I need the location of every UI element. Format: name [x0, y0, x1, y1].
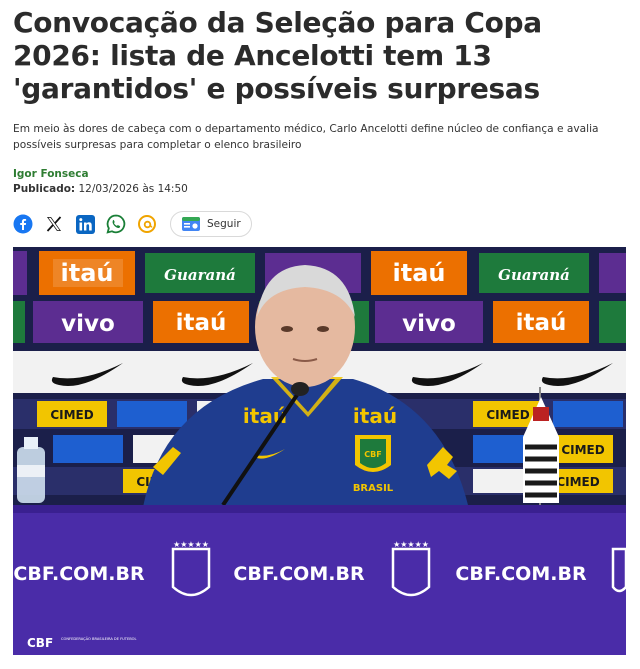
facebook-icon[interactable]	[12, 213, 34, 235]
footer-cbf-logo: CBF	[27, 636, 53, 650]
svg-text:★★★★★: ★★★★★	[393, 540, 429, 549]
follow-label: Seguir	[207, 218, 241, 230]
whatsapp-icon[interactable]	[105, 213, 127, 235]
threads-icon[interactable]	[136, 213, 158, 235]
svg-text:★★★★★: ★★★★★	[173, 540, 209, 549]
desk-text-3: CBF.COM.BR	[455, 563, 587, 585]
guarana-logo: Guaraná	[164, 266, 236, 284]
shirt-sponsor-left: itaú	[243, 404, 287, 428]
cbf-crest-text: CBF	[364, 450, 381, 459]
article-photo: itaú Guaraná itaú Guaraná vivo itaú vivo…	[13, 247, 626, 655]
headline: Convocação da Seleção para Copa 2026: li…	[13, 6, 542, 105]
cimed-logo-3: CIMED	[561, 443, 604, 457]
google-news-icon	[182, 217, 200, 231]
vivo-logo-2: vivo	[402, 311, 456, 337]
shirt-sponsor-right: itaú	[353, 404, 397, 428]
desk-text-2: CBF.COM.BR	[233, 563, 365, 585]
press-desk: CBF.COM.BR CBF.COM.BR CBF.COM.BR ★★★★★ ★…	[13, 505, 626, 655]
vivo-logo: vivo	[61, 311, 115, 337]
shirt-brasil: BRASIL	[353, 483, 394, 494]
cimed-logo-2: CIMED	[486, 408, 529, 422]
x-icon[interactable]	[43, 213, 65, 235]
published-value: 12/03/2026 às 14:50	[78, 183, 188, 195]
linkedin-icon[interactable]	[74, 213, 96, 235]
footer-cbf-subtext: CONFEDERAÇÃO BRASILEIRA DE FUTEBOL	[61, 636, 137, 641]
itau-logo-3: itaú	[176, 310, 227, 336]
cimed-logo: CIMED	[50, 408, 93, 422]
published-date: Publicado: 12/03/2026 às 14:50	[13, 183, 188, 195]
press-conference-image: itaú Guaraná itaú Guaraná vivo itaú vivo…	[13, 247, 626, 655]
itau-logo-2: itaú	[393, 259, 446, 287]
published-label: Publicado:	[13, 183, 76, 195]
follow-google-news-button[interactable]: Seguir	[170, 211, 252, 237]
article-subtitle: Em meio às dores de cabeça com o departa…	[13, 123, 599, 151]
author-name[interactable]: Igor Fonseca	[13, 168, 89, 180]
itau-logo-4: itaú	[516, 310, 567, 336]
desk-text-1: CBF.COM.BR	[13, 563, 145, 585]
cimed-logo-5: CIMED	[556, 475, 599, 489]
share-bar: Seguir	[12, 211, 252, 237]
guarana-logo-2: Guaraná	[498, 266, 570, 284]
itau-logo: itaú	[61, 259, 114, 287]
